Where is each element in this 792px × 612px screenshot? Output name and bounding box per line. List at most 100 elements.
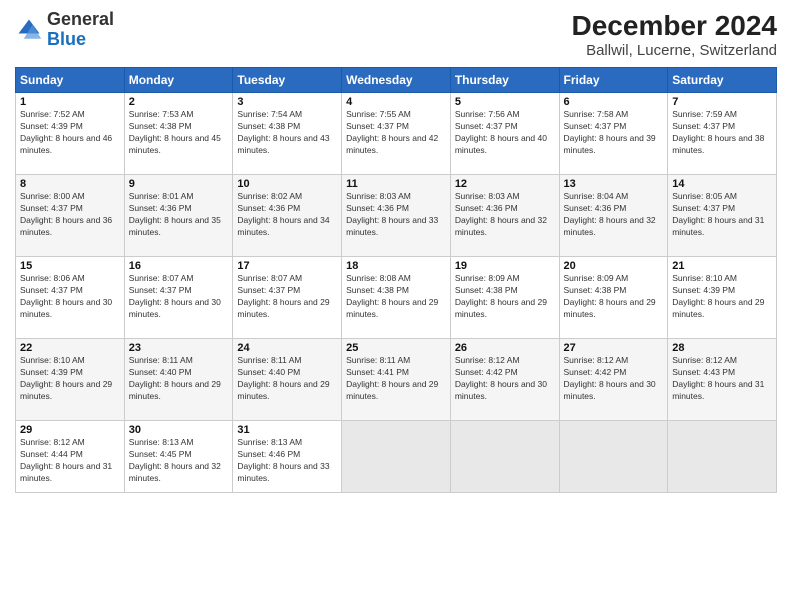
table-cell: 27 Sunrise: 8:12 AM Sunset: 4:42 PM Dayl… — [559, 339, 668, 421]
table-cell: 26 Sunrise: 8:12 AM Sunset: 4:42 PM Dayl… — [450, 339, 559, 421]
day-info: Sunrise: 8:05 AM Sunset: 4:37 PM Dayligh… — [672, 191, 772, 239]
day-info: Sunrise: 8:10 AM Sunset: 4:39 PM Dayligh… — [20, 355, 120, 403]
main-title: December 2024 — [572, 10, 777, 42]
day-number: 26 — [455, 342, 555, 354]
day-number: 23 — [129, 342, 229, 354]
logo: General Blue — [15, 10, 114, 50]
day-info: Sunrise: 7:59 AM Sunset: 4:37 PM Dayligh… — [672, 109, 772, 157]
day-number: 16 — [129, 260, 229, 272]
header: General Blue December 2024 Ballwil, Luce… — [15, 10, 777, 59]
table-cell: 3 Sunrise: 7:54 AM Sunset: 4:38 PM Dayli… — [233, 93, 342, 175]
day-info: Sunrise: 8:10 AM Sunset: 4:39 PM Dayligh… — [672, 273, 772, 321]
day-number: 25 — [346, 342, 446, 354]
col-monday: Monday — [124, 68, 233, 93]
table-cell: 17 Sunrise: 8:07 AM Sunset: 4:37 PM Dayl… — [233, 257, 342, 339]
day-info: Sunrise: 7:55 AM Sunset: 4:37 PM Dayligh… — [346, 109, 446, 157]
day-number: 21 — [672, 260, 772, 272]
day-info: Sunrise: 8:09 AM Sunset: 4:38 PM Dayligh… — [564, 273, 664, 321]
table-cell: 30 Sunrise: 8:13 AM Sunset: 4:45 PM Dayl… — [124, 421, 233, 493]
day-number: 19 — [455, 260, 555, 272]
day-info: Sunrise: 8:11 AM Sunset: 4:41 PM Dayligh… — [346, 355, 446, 403]
table-cell: 19 Sunrise: 8:09 AM Sunset: 4:38 PM Dayl… — [450, 257, 559, 339]
day-info: Sunrise: 7:52 AM Sunset: 4:39 PM Dayligh… — [20, 109, 120, 157]
col-tuesday: Tuesday — [233, 68, 342, 93]
day-info: Sunrise: 8:04 AM Sunset: 4:36 PM Dayligh… — [564, 191, 664, 239]
day-info: Sunrise: 8:11 AM Sunset: 4:40 PM Dayligh… — [237, 355, 337, 403]
day-number: 27 — [564, 342, 664, 354]
day-number: 20 — [564, 260, 664, 272]
day-info: Sunrise: 8:12 AM Sunset: 4:42 PM Dayligh… — [564, 355, 664, 403]
day-number: 8 — [20, 178, 120, 190]
table-cell: 25 Sunrise: 8:11 AM Sunset: 4:41 PM Dayl… — [342, 339, 451, 421]
day-info: Sunrise: 8:09 AM Sunset: 4:38 PM Dayligh… — [455, 273, 555, 321]
day-number: 6 — [564, 96, 664, 108]
day-number: 18 — [346, 260, 446, 272]
table-cell: 12 Sunrise: 8:03 AM Sunset: 4:36 PM Dayl… — [450, 175, 559, 257]
day-number: 28 — [672, 342, 772, 354]
page: General Blue December 2024 Ballwil, Luce… — [0, 0, 792, 612]
col-sunday: Sunday — [16, 68, 125, 93]
day-number: 15 — [20, 260, 120, 272]
day-number: 31 — [237, 424, 337, 436]
table-cell — [668, 421, 777, 493]
table-cell: 2 Sunrise: 7:53 AM Sunset: 4:38 PM Dayli… — [124, 93, 233, 175]
table-cell: 4 Sunrise: 7:55 AM Sunset: 4:37 PM Dayli… — [342, 93, 451, 175]
title-block: December 2024 Ballwil, Lucerne, Switzerl… — [572, 10, 777, 59]
table-cell: 8 Sunrise: 8:00 AM Sunset: 4:37 PM Dayli… — [16, 175, 125, 257]
table-cell: 23 Sunrise: 8:11 AM Sunset: 4:40 PM Dayl… — [124, 339, 233, 421]
logo-general-text: General — [47, 9, 114, 29]
table-cell — [559, 421, 668, 493]
day-number: 1 — [20, 96, 120, 108]
col-thursday: Thursday — [450, 68, 559, 93]
col-wednesday: Wednesday — [342, 68, 451, 93]
day-info: Sunrise: 8:12 AM Sunset: 4:43 PM Dayligh… — [672, 355, 772, 403]
table-cell: 24 Sunrise: 8:11 AM Sunset: 4:40 PM Dayl… — [233, 339, 342, 421]
table-cell: 20 Sunrise: 8:09 AM Sunset: 4:38 PM Dayl… — [559, 257, 668, 339]
day-number: 11 — [346, 178, 446, 190]
table-cell: 29 Sunrise: 8:12 AM Sunset: 4:44 PM Dayl… — [16, 421, 125, 493]
day-info: Sunrise: 8:13 AM Sunset: 4:45 PM Dayligh… — [129, 437, 229, 485]
table-cell: 16 Sunrise: 8:07 AM Sunset: 4:37 PM Dayl… — [124, 257, 233, 339]
day-number: 29 — [20, 424, 120, 436]
day-number: 12 — [455, 178, 555, 190]
table-cell: 21 Sunrise: 8:10 AM Sunset: 4:39 PM Dayl… — [668, 257, 777, 339]
day-number: 30 — [129, 424, 229, 436]
table-cell: 13 Sunrise: 8:04 AM Sunset: 4:36 PM Dayl… — [559, 175, 668, 257]
day-number: 7 — [672, 96, 772, 108]
day-info: Sunrise: 8:02 AM Sunset: 4:36 PM Dayligh… — [237, 191, 337, 239]
table-cell: 7 Sunrise: 7:59 AM Sunset: 4:37 PM Dayli… — [668, 93, 777, 175]
day-info: Sunrise: 8:07 AM Sunset: 4:37 PM Dayligh… — [129, 273, 229, 321]
day-info: Sunrise: 7:58 AM Sunset: 4:37 PM Dayligh… — [564, 109, 664, 157]
day-number: 17 — [237, 260, 337, 272]
table-cell: 1 Sunrise: 7:52 AM Sunset: 4:39 PM Dayli… — [16, 93, 125, 175]
day-info: Sunrise: 8:07 AM Sunset: 4:37 PM Dayligh… — [237, 273, 337, 321]
day-number: 3 — [237, 96, 337, 108]
day-info: Sunrise: 7:53 AM Sunset: 4:38 PM Dayligh… — [129, 109, 229, 157]
table-cell: 22 Sunrise: 8:10 AM Sunset: 4:39 PM Dayl… — [16, 339, 125, 421]
table-cell: 15 Sunrise: 8:06 AM Sunset: 4:37 PM Dayl… — [16, 257, 125, 339]
table-cell — [450, 421, 559, 493]
day-info: Sunrise: 8:03 AM Sunset: 4:36 PM Dayligh… — [455, 191, 555, 239]
table-cell — [342, 421, 451, 493]
day-info: Sunrise: 8:11 AM Sunset: 4:40 PM Dayligh… — [129, 355, 229, 403]
day-info: Sunrise: 8:13 AM Sunset: 4:46 PM Dayligh… — [237, 437, 337, 485]
table-cell: 31 Sunrise: 8:13 AM Sunset: 4:46 PM Dayl… — [233, 421, 342, 493]
day-info: Sunrise: 7:54 AM Sunset: 4:38 PM Dayligh… — [237, 109, 337, 157]
day-number: 4 — [346, 96, 446, 108]
table-cell: 6 Sunrise: 7:58 AM Sunset: 4:37 PM Dayli… — [559, 93, 668, 175]
table-cell: 5 Sunrise: 7:56 AM Sunset: 4:37 PM Dayli… — [450, 93, 559, 175]
col-friday: Friday — [559, 68, 668, 93]
logo-icon — [15, 16, 43, 44]
day-info: Sunrise: 8:08 AM Sunset: 4:38 PM Dayligh… — [346, 273, 446, 321]
day-info: Sunrise: 7:56 AM Sunset: 4:37 PM Dayligh… — [455, 109, 555, 157]
day-info: Sunrise: 8:00 AM Sunset: 4:37 PM Dayligh… — [20, 191, 120, 239]
table-cell: 28 Sunrise: 8:12 AM Sunset: 4:43 PM Dayl… — [668, 339, 777, 421]
day-info: Sunrise: 8:03 AM Sunset: 4:36 PM Dayligh… — [346, 191, 446, 239]
subtitle: Ballwil, Lucerne, Switzerland — [572, 42, 777, 59]
day-number: 13 — [564, 178, 664, 190]
table-cell: 18 Sunrise: 8:08 AM Sunset: 4:38 PM Dayl… — [342, 257, 451, 339]
day-number: 10 — [237, 178, 337, 190]
day-number: 5 — [455, 96, 555, 108]
day-info: Sunrise: 8:06 AM Sunset: 4:37 PM Dayligh… — [20, 273, 120, 321]
calendar-table: Sunday Monday Tuesday Wednesday Thursday… — [15, 67, 777, 493]
